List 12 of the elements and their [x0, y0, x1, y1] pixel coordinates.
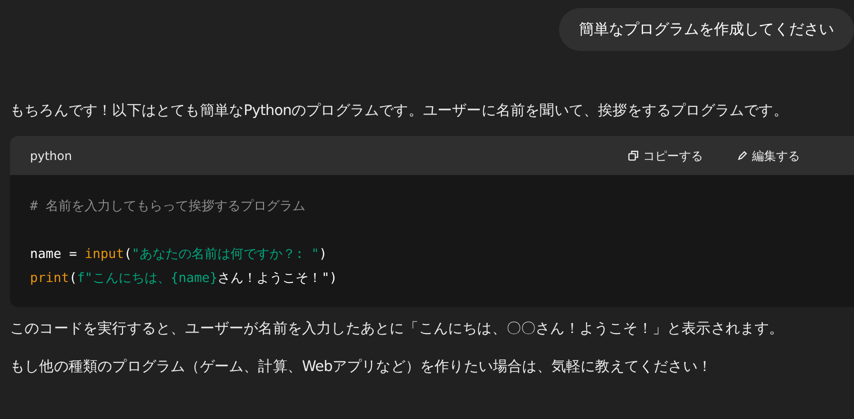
- copy-button[interactable]: コピーする: [628, 146, 703, 165]
- code-line: # 名前を入力してもらって挨拶するプログラム: [30, 198, 307, 216]
- edit-button[interactable]: 編集する: [737, 146, 800, 165]
- copy-icon: [628, 150, 639, 162]
- code-line: name = input("あなたの名前は何ですか？: "): [30, 246, 328, 264]
- pencil-icon: [737, 150, 748, 162]
- reply-text: もし他の種類のプログラム（ゲーム、計算、Webアプリなど）を作りたい場合は、気軽に教えてください！: [10, 358, 714, 377]
- user-message: 簡単なプログラムを作成してください: [559, 8, 854, 50]
- language-label: python: [30, 148, 72, 165]
- reply-text: もちろんです！以下はとても簡単なPythonのプログラムです。ユーザーに名前を聞いて、挨拶をするプログラムです。: [10, 102, 789, 120]
- code-line: print(f"こんにちは、{name}さん！ようこそ！"): [30, 270, 338, 288]
- reply-text: このコードを実行すると、ユーザーが名前を入力したあとに「こんにちは、〇〇さん！ようこそ！」と表示されます。: [10, 320, 785, 340]
